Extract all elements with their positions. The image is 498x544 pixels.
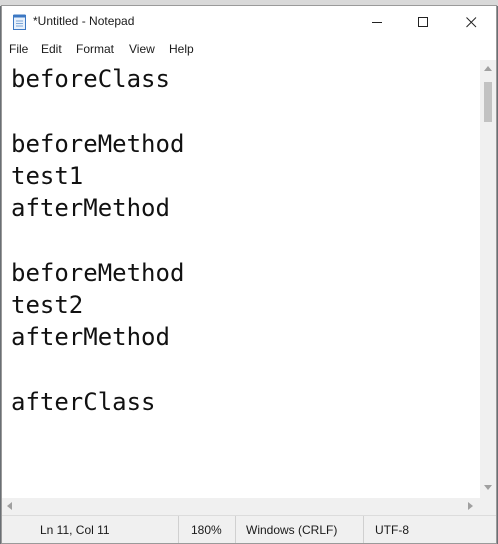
scroll-left-arrow-icon[interactable] — [7, 502, 12, 510]
editor-content[interactable]: beforeClass beforeMethod test1 afterMeth… — [11, 63, 184, 418]
maximize-button[interactable] — [400, 6, 446, 38]
encoding: UTF-8 — [375, 523, 409, 537]
status-position-cell: Ln 11, Col 11 — [2, 516, 178, 543]
menu-bar: File Edit Format View Help — [2, 38, 496, 60]
scrollbar-corner — [480, 498, 496, 515]
menu-help[interactable]: Help — [169, 42, 194, 56]
status-encoding-cell: UTF-8 — [363, 516, 496, 543]
scroll-right-arrow-icon[interactable] — [468, 502, 473, 510]
minimize-icon — [371, 21, 382, 23]
menu-file[interactable]: File — [9, 42, 28, 56]
line-ending: Windows (CRLF) — [246, 523, 338, 537]
scroll-down-arrow-icon[interactable] — [484, 485, 492, 490]
menu-edit[interactable]: Edit — [41, 42, 62, 56]
menu-view[interactable]: View — [129, 42, 155, 56]
maximize-icon — [417, 16, 428, 27]
minimize-button[interactable] — [354, 6, 400, 38]
window-title: *Untitled - Notepad — [33, 14, 135, 28]
status-zoom-cell: 180% — [178, 516, 235, 543]
vertical-scrollbar[interactable] — [480, 60, 496, 498]
scroll-up-arrow-icon[interactable] — [484, 66, 492, 71]
close-icon — [465, 16, 476, 27]
status-bar: Ln 11, Col 11 180% Windows (CRLF) UTF-8 — [2, 515, 496, 543]
title-bar[interactable]: *Untitled - Notepad — [2, 6, 496, 38]
menu-format[interactable]: Format — [76, 42, 114, 56]
horizontal-scrollbar[interactable] — [2, 498, 480, 515]
notepad-window: *Untitled - Notepad File Edit Format Vie… — [1, 5, 497, 544]
vertical-scroll-thumb[interactable] — [484, 82, 492, 122]
zoom-level: 180% — [191, 523, 222, 537]
close-button[interactable] — [448, 6, 494, 38]
text-editor-area[interactable]: beforeClass beforeMethod test1 afterMeth… — [2, 60, 480, 498]
status-line-ending-cell: Windows (CRLF) — [235, 516, 363, 543]
cursor-position: Ln 11, Col 11 — [40, 523, 110, 537]
notepad-icon — [13, 14, 26, 30]
